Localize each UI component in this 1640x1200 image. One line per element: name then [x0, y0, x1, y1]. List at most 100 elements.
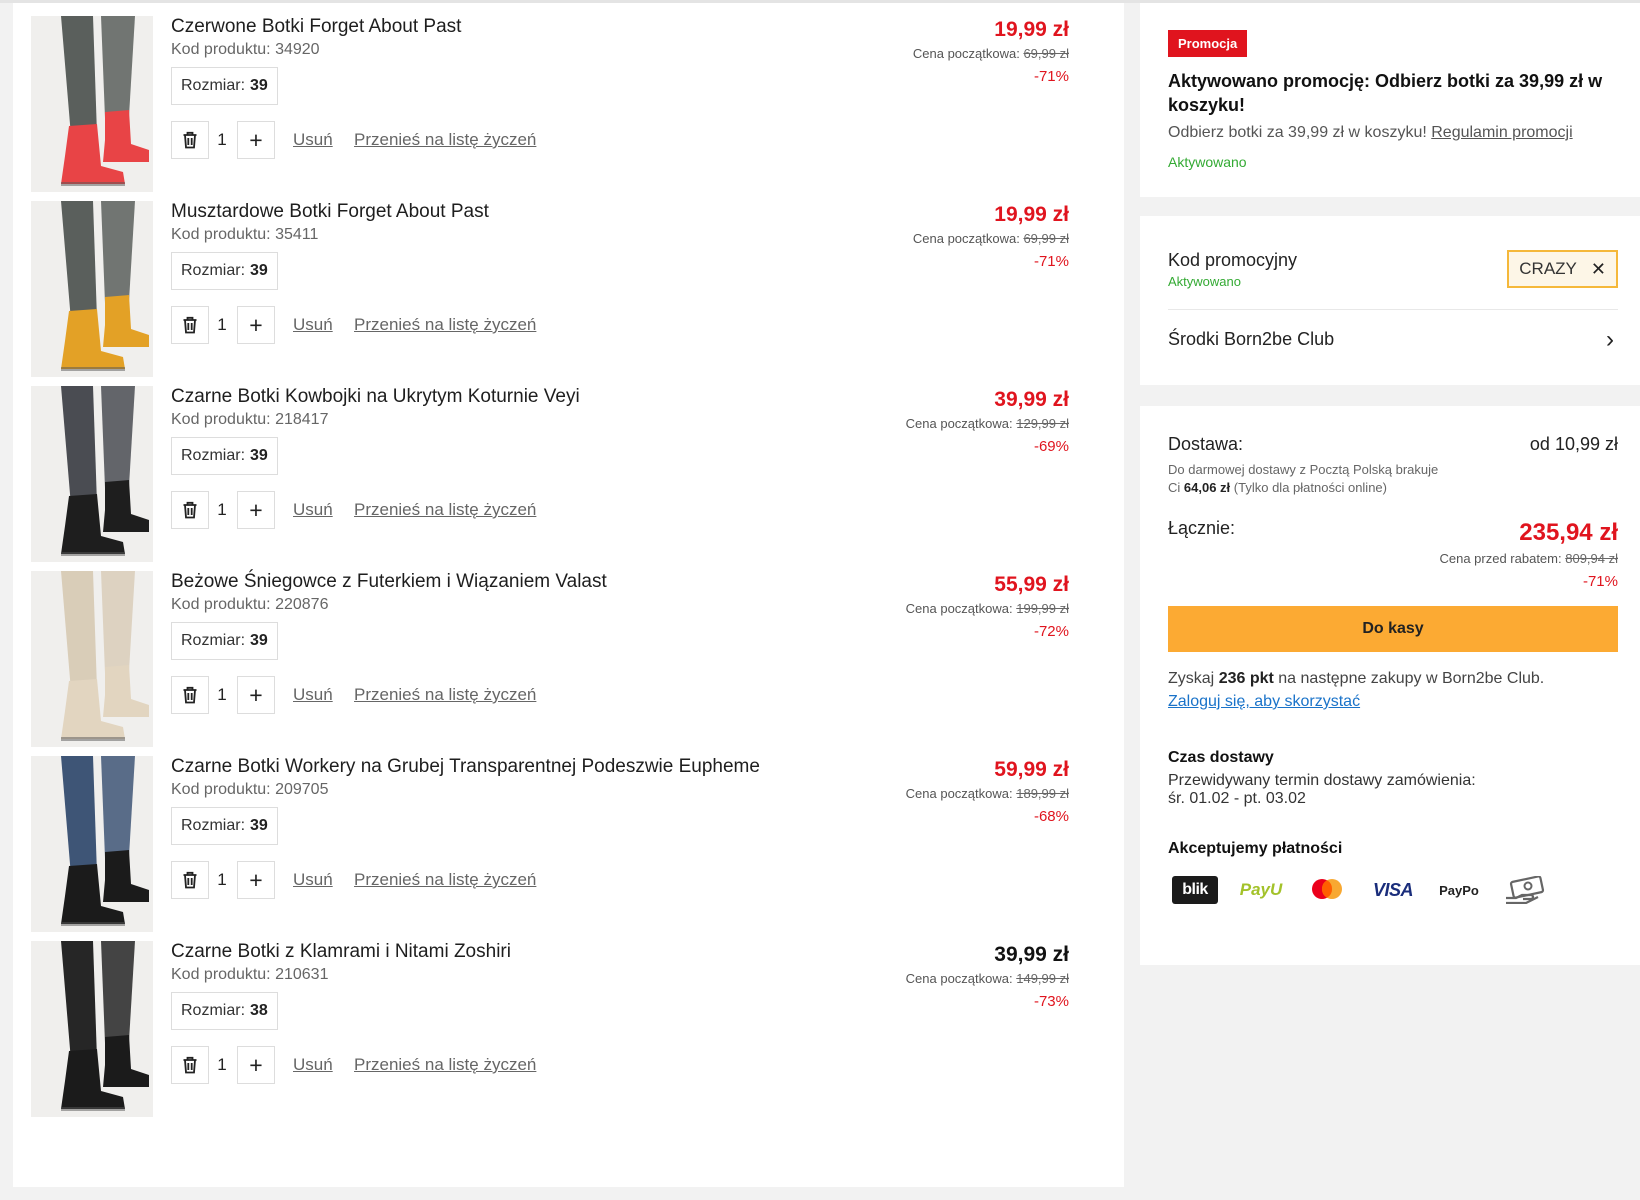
- product-code: Kod produktu: 210631: [171, 966, 329, 983]
- delivery-label: Dostawa:: [1168, 434, 1244, 454]
- free-note-suffix: (Tylko dla płatności online): [1233, 480, 1387, 495]
- discount-percent: -71%: [1033, 68, 1069, 85]
- size-value: 39: [250, 77, 268, 94]
- payu-logo: PayU: [1239, 880, 1283, 899]
- chevron-right-icon[interactable]: ›: [1606, 326, 1614, 354]
- plus-icon[interactable]: +: [237, 306, 275, 344]
- cart-item: Musztardowe Botki Forget About Past Kod …: [13, 188, 1124, 381]
- product-name[interactable]: Czarne Botki Kowbojki na Ukrytym Koturni…: [171, 386, 580, 408]
- promo-desc-text: Odbierz botki za 39,99 zł w koszyku!: [1168, 124, 1427, 141]
- remove-link[interactable]: Usuń: [293, 685, 333, 705]
- promo-code-chip: CRAZY ✕: [1507, 250, 1618, 288]
- delivery-time-line-1: Przewidywany termin dostawy zamówienia:: [1168, 772, 1476, 789]
- product-name[interactable]: Czarne Botki z Klamrami i Nitami Zoshiri: [171, 941, 511, 963]
- cart-item: Czarne Botki Kowbojki na Ukrytym Koturni…: [13, 373, 1124, 566]
- product-image[interactable]: [31, 386, 153, 562]
- promo-code-label: Kod promocyjny: [1168, 250, 1298, 270]
- product-code: Kod produktu: 209705: [171, 781, 329, 798]
- product-code: Kod produktu: 220876: [171, 596, 329, 613]
- free-delivery-note-2: Ci 64,06 zł (Tylko dla płatności online): [1168, 480, 1387, 495]
- remove-link[interactable]: Usuń: [293, 1055, 333, 1075]
- product-name[interactable]: Musztardowe Botki Forget About Past: [171, 201, 489, 223]
- checkout-button[interactable]: Do kasy: [1168, 606, 1618, 652]
- original-price: Cena początkowa: 199,99 zł: [906, 601, 1069, 616]
- size-selector[interactable]: Rozmiar: 39: [171, 252, 278, 290]
- product-image[interactable]: [31, 756, 153, 932]
- size-label: Rozmiar:: [181, 447, 246, 464]
- trash-icon[interactable]: [171, 491, 209, 529]
- cart-item: Czerwone Botki Forget About Past Kod pro…: [13, 3, 1124, 196]
- remove-link[interactable]: Usuń: [293, 500, 333, 520]
- product-image[interactable]: [31, 571, 153, 747]
- discount-percent: -73%: [1033, 993, 1069, 1010]
- product-price: 19,99 zł: [994, 18, 1069, 41]
- promotion-panel: Promocja Aktywowano promocję: Odbierz bo…: [1140, 3, 1640, 197]
- original-price-value: 129,99 zł: [1016, 416, 1069, 431]
- promo-rules-link[interactable]: Regulamin promocji: [1431, 124, 1572, 141]
- club-funds-label[interactable]: Środki Born2be Club: [1168, 329, 1334, 350]
- plus-icon[interactable]: +: [237, 1046, 275, 1084]
- quantity-value: 1: [217, 315, 227, 334]
- plus-icon[interactable]: +: [237, 121, 275, 159]
- payment-methods: blik PayU VISA PayPo: [1172, 874, 1548, 906]
- blik-logo: blik: [1172, 876, 1218, 904]
- size-selector[interactable]: Rozmiar: 39: [171, 437, 278, 475]
- trash-icon[interactable]: [171, 121, 209, 159]
- product-price: 59,99 zł: [994, 758, 1069, 781]
- product-name[interactable]: Czarne Botki Workery na Grubej Transpare…: [171, 756, 760, 778]
- points-value: 236 pkt: [1218, 670, 1274, 687]
- login-link[interactable]: Zaloguj się, aby skorzystać: [1168, 693, 1360, 711]
- plus-icon[interactable]: +: [237, 676, 275, 714]
- trash-icon[interactable]: [171, 861, 209, 899]
- promo-badge: Promocja: [1168, 30, 1248, 57]
- size-selector[interactable]: Rozmiar: 38: [171, 992, 278, 1030]
- move-to-wishlist-link[interactable]: Przenieś na listę życzeń: [354, 315, 536, 335]
- remove-link[interactable]: Usuń: [293, 130, 333, 150]
- product-price: 39,99 zł: [994, 943, 1069, 966]
- cart-item: Czarne Botki z Klamrami i Nitami Zoshiri…: [13, 928, 1124, 1121]
- promo-code-value: CRAZY: [1519, 259, 1577, 278]
- promo-title: Aktywowano promocję: Odbierz botki za 39…: [1168, 71, 1603, 115]
- remove-link[interactable]: Usuń: [293, 315, 333, 335]
- product-name[interactable]: Beżowe Śniegowce z Futerkiem i Wiązaniem…: [171, 571, 607, 593]
- product-image[interactable]: [31, 201, 153, 377]
- trash-icon[interactable]: [171, 1046, 209, 1084]
- plus-icon[interactable]: +: [237, 861, 275, 899]
- before-discount-value: 809,94 zł: [1565, 551, 1618, 566]
- discount-percent: -72%: [1033, 623, 1069, 640]
- discount-percent: -68%: [1033, 808, 1069, 825]
- trash-icon[interactable]: [171, 306, 209, 344]
- original-price-label: Cena początkowa:: [905, 786, 1013, 801]
- product-image[interactable]: [31, 941, 153, 1117]
- size-selector[interactable]: Rozmiar: 39: [171, 807, 278, 845]
- original-price-value: 199,99 zł: [1016, 601, 1069, 616]
- move-to-wishlist-link[interactable]: Przenieś na listę życzeń: [354, 870, 536, 890]
- original-price: Cena początkowa: 189,99 zł: [906, 786, 1069, 801]
- plus-icon[interactable]: +: [237, 491, 275, 529]
- move-to-wishlist-link[interactable]: Przenieś na listę życzeń: [354, 1055, 536, 1075]
- product-code: Kod produktu: 34920: [171, 41, 320, 58]
- remove-link[interactable]: Usuń: [293, 870, 333, 890]
- mastercard-logo: [1304, 876, 1350, 904]
- size-selector[interactable]: Rozmiar: 39: [171, 622, 278, 660]
- close-icon[interactable]: ✕: [1591, 259, 1606, 280]
- original-price: Cena początkowa: 149,99 zł: [906, 971, 1069, 986]
- paypo-logo: PayPo: [1439, 882, 1479, 898]
- size-selector[interactable]: Rozmiar: 39: [171, 67, 278, 105]
- size-value: 39: [250, 447, 268, 464]
- size-label: Rozmiar:: [181, 262, 246, 279]
- size-label: Rozmiar:: [181, 632, 246, 649]
- cart-items-list: Czerwone Botki Forget About Past Kod pro…: [13, 3, 1124, 1187]
- size-label: Rozmiar:: [181, 817, 246, 834]
- original-price-label: Cena początkowa:: [905, 601, 1013, 616]
- move-to-wishlist-link[interactable]: Przenieś na listę życzeń: [354, 500, 536, 520]
- size-label: Rozmiar:: [181, 1002, 246, 1019]
- product-name[interactable]: Czerwone Botki Forget About Past: [171, 16, 461, 38]
- original-price: Cena początkowa: 69,99 zł: [913, 231, 1069, 246]
- promo-status: Aktywowano: [1168, 154, 1247, 170]
- product-image[interactable]: [31, 16, 153, 192]
- trash-icon[interactable]: [171, 676, 209, 714]
- promo-code-status: Aktywowano: [1168, 274, 1241, 289]
- move-to-wishlist-link[interactable]: Przenieś na listę życzeń: [354, 685, 536, 705]
- move-to-wishlist-link[interactable]: Przenieś na listę życzeń: [354, 130, 536, 150]
